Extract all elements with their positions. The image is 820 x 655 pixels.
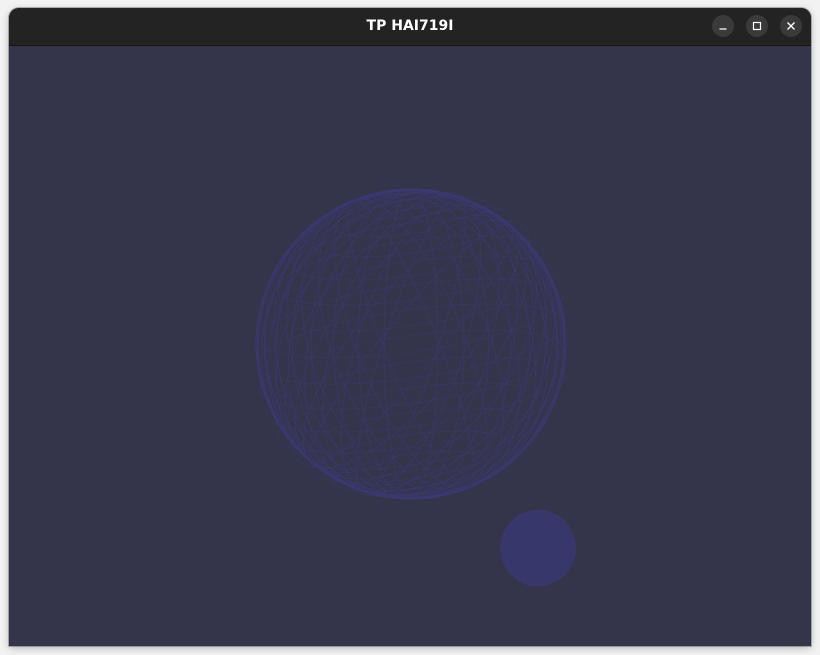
- wire-line: [267, 196, 555, 492]
- wire-line: [275, 202, 547, 486]
- small-sphere: [500, 509, 576, 587]
- scene-canvas: [255, 188, 576, 587]
- close-button[interactable]: [780, 15, 802, 37]
- app-window: TP HAI719I: [9, 8, 811, 646]
- wire-line: [257, 188, 565, 500]
- maximize-button[interactable]: [746, 15, 768, 37]
- wire-line: [340, 195, 482, 493]
- wire-line: [287, 191, 535, 497]
- maximize-icon: [752, 21, 762, 31]
- minimize-button[interactable]: [712, 15, 734, 37]
- wire-line: [284, 208, 538, 480]
- render-viewport[interactable]: [9, 46, 811, 646]
- wire-line: [274, 190, 548, 498]
- wire-line: [273, 191, 549, 497]
- title-bar[interactable]: TP HAI719I: [9, 8, 811, 46]
- wire-line: [256, 303, 566, 385]
- close-icon: [787, 22, 795, 30]
- wire-line: [286, 193, 536, 495]
- wireframe-sphere: [255, 188, 567, 500]
- wire-line: [260, 192, 562, 496]
- minimize-icon: [719, 28, 727, 30]
- wire-line: [334, 198, 488, 490]
- window-title: TP HAI719I: [366, 18, 454, 34]
